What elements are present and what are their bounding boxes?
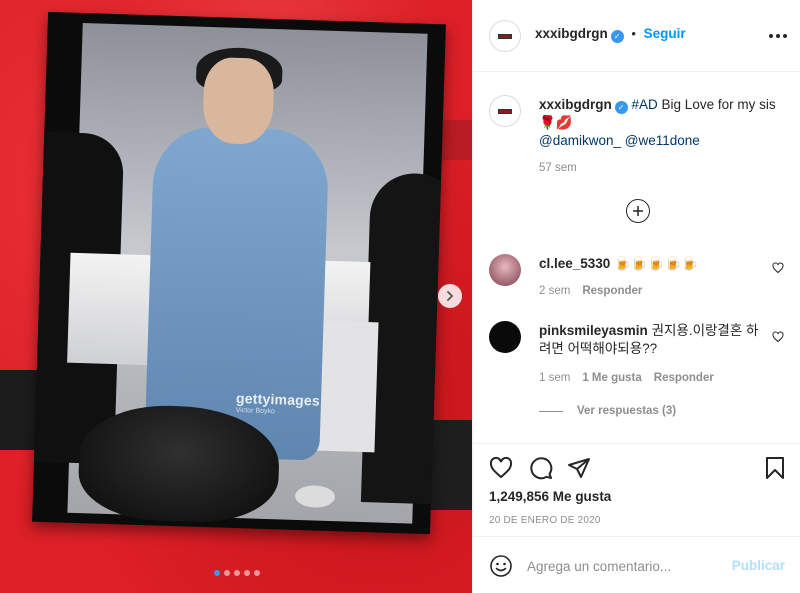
next-slide-button[interactable]: [438, 284, 462, 308]
avatar-logo: [498, 33, 512, 39]
caption-mention-2[interactable]: @we11done: [625, 133, 700, 148]
chevron-right-icon: [447, 291, 453, 301]
like-count[interactable]: 1,249,856 Me gusta: [489, 489, 611, 504]
more-options-icon[interactable]: [769, 34, 787, 38]
comment-1-reply-button[interactable]: Responder: [582, 285, 642, 297]
comment-1-username[interactable]: cl.lee_5330: [539, 256, 610, 271]
commenter-avatar-2[interactable]: [489, 321, 521, 353]
comment-2-likes[interactable]: 1 Me gusta: [582, 372, 641, 384]
comment-1-time[interactable]: 2 sem: [539, 285, 570, 297]
comment-2-username[interactable]: pinksmileyasmin: [539, 323, 648, 338]
smiley-icon[interactable]: [489, 554, 513, 578]
slide-dot: [224, 570, 230, 576]
header-user-row: xxxibgdrgn ✓ • Seguir: [535, 26, 686, 43]
bookmark-icon[interactable]: [763, 456, 787, 480]
getty-watermark: gettyimages: [235, 389, 321, 409]
face: [202, 56, 275, 145]
caption-hashtag[interactable]: #AD: [632, 97, 658, 112]
follow-button[interactable]: Seguir: [644, 26, 686, 41]
dark-graffiti-right: [430, 420, 472, 510]
post-actions: 1,249,856 Me gusta 20 DE ENERO DE 2020 P…: [473, 443, 800, 593]
caption-text: xxxibgdrgn ✓ #AD Big Love for my sis 🌹💋 @…: [539, 96, 789, 150]
comment-1-body: 🍺🍺🍺🍺🍺: [614, 256, 699, 271]
paper-plane-icon[interactable]: [567, 456, 591, 480]
author-username[interactable]: xxxibgdrgn: [535, 26, 608, 41]
slide-indicator: [214, 570, 260, 576]
add-comment-bar: Publicar: [473, 536, 800, 593]
comment-2-time[interactable]: 1 sem: [539, 372, 570, 384]
slide-dot: [244, 570, 250, 576]
plus-circle-icon[interactable]: [626, 199, 650, 223]
replies-divider: [539, 410, 563, 412]
heart-icon[interactable]: [772, 262, 784, 274]
dot-separator: •: [631, 26, 636, 41]
caption-time[interactable]: 57 sem: [539, 162, 577, 174]
comment-2-text: pinksmileyasmin 권지용.이랑결혼 하려면 어떡해야되용??: [539, 322, 759, 358]
publish-button[interactable]: Publicar: [732, 558, 785, 573]
post-media[interactable]: gettyimages Victor Boyko: [0, 0, 472, 593]
view-replies-label: Ver respuestas (3): [577, 405, 677, 417]
heart-icon[interactable]: [772, 331, 784, 343]
comment-2-reply-button[interactable]: Responder: [654, 372, 714, 384]
slide-dot: [254, 570, 260, 576]
caption-mention-1[interactable]: @damikwon_: [539, 133, 621, 148]
comment-2-meta: 1 sem 1 Me gusta Responder: [539, 372, 714, 384]
author-avatar[interactable]: [489, 20, 521, 52]
avatar-logo: [498, 108, 512, 114]
caption-username[interactable]: xxxibgdrgn: [539, 97, 612, 112]
post-date[interactable]: 20 DE ENERO DE 2020: [489, 515, 601, 526]
comment-1-text: cl.lee_5330 🍺🍺🍺🍺🍺: [539, 255, 759, 273]
plus-icon: [633, 206, 643, 216]
slide-dot: [214, 570, 220, 576]
caption-avatar[interactable]: [489, 95, 521, 127]
verified-badge-icon: ✓: [610, 30, 624, 43]
view-replies-button[interactable]: Ver respuestas (3): [539, 405, 676, 417]
getty-credit: Victor Boyko: [235, 406, 275, 416]
slide-dot: [234, 570, 240, 576]
comment-input[interactable]: [527, 554, 727, 578]
post-photo: gettyimages Victor Boyko: [32, 11, 446, 535]
post-header: xxxibgdrgn ✓ • Seguir: [473, 0, 800, 72]
heart-icon[interactable]: [489, 456, 513, 480]
comment-bubble-icon[interactable]: [529, 456, 553, 480]
verified-badge-icon: ✓: [614, 101, 628, 114]
commenter-avatar-1[interactable]: [489, 254, 521, 286]
post-side-panel: xxxibgdrgn ✓ • Seguir xxxibgdrgn ✓ #AD Big…: [472, 0, 800, 593]
comment-1-meta: 2 sem Responder: [539, 285, 642, 297]
